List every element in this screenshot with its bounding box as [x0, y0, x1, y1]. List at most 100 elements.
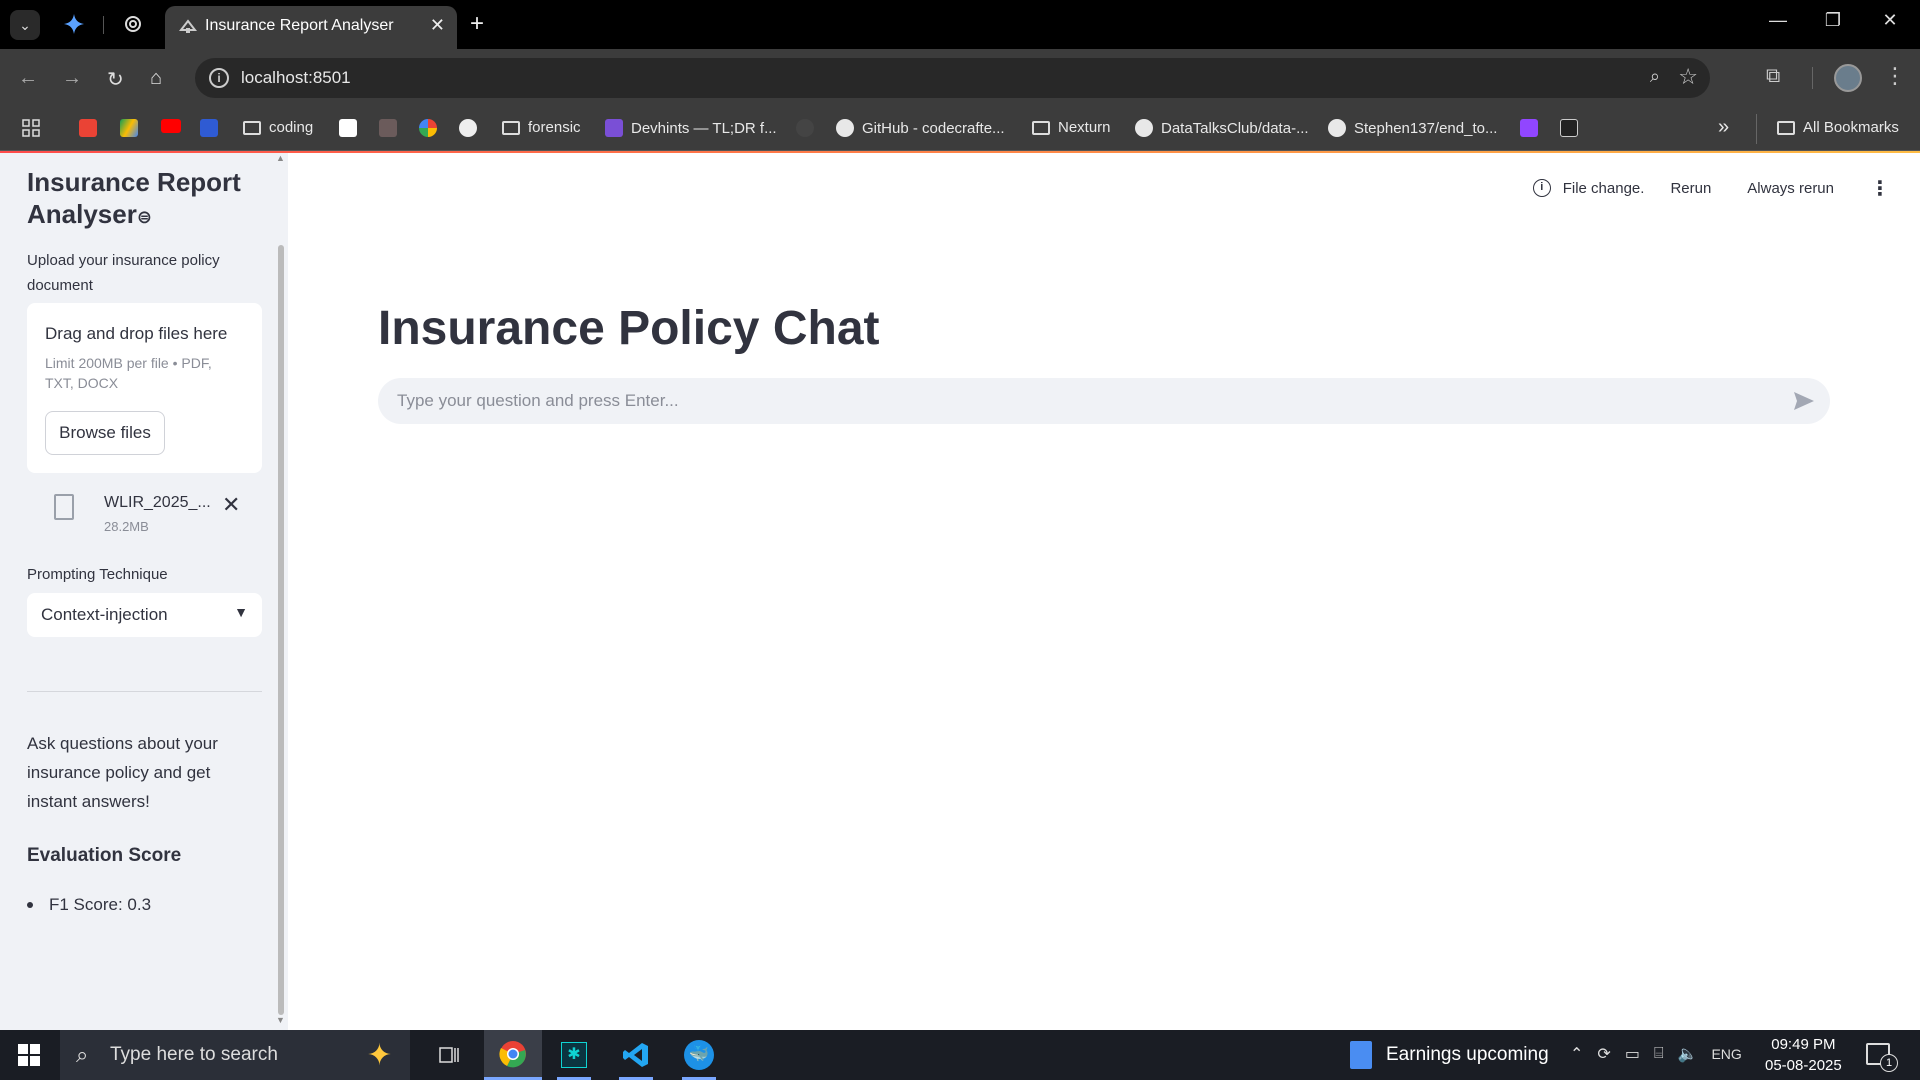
gmail-icon[interactable] [79, 119, 97, 137]
docker-taskbar-icon[interactable]: 🐳 [670, 1030, 728, 1080]
main-content: i File change. Rerun Always rerun ⋮ Insu… [288, 153, 1920, 1030]
new-tab-button[interactable]: + [470, 10, 484, 38]
volume-icon[interactable]: 🔈 [1678, 1044, 1698, 1064]
news-icon [1350, 1041, 1372, 1069]
blank-page-icon[interactable] [339, 119, 357, 137]
always-rerun-button[interactable]: Always rerun [1747, 180, 1834, 197]
tab-title: Insurance Report Analyser [205, 17, 394, 34]
select-value: Context-injection [41, 605, 168, 624]
bullet-icon [27, 902, 33, 908]
page-title: Insurance Policy Chat [378, 302, 880, 355]
bookmark-coding[interactable]: coding [243, 119, 313, 136]
bookmark-devhints[interactable]: Devhints — TL;DR f... [605, 119, 777, 137]
forward-icon[interactable]: → [62, 67, 82, 90]
chevron-down-icon: ▼ [234, 604, 248, 620]
browse-files-button[interactable]: Browse files [45, 411, 165, 455]
remove-file-icon[interactable]: ✕ [222, 492, 240, 518]
bookmark-forensic[interactable]: forensic [502, 119, 581, 136]
upload-label: Upload your insurance policy document [27, 252, 220, 294]
sidebar-scroll-down-icon[interactable]: ▼ [276, 1015, 285, 1025]
search-icon: ⌕ [76, 1042, 89, 1067]
bookmark-s-icon[interactable] [1560, 119, 1578, 137]
home-icon[interactable]: ⌂ [150, 67, 162, 90]
streamlit-favicon-icon [179, 19, 197, 33]
folder-icon [1032, 120, 1050, 135]
youtube-icon[interactable] [161, 119, 181, 133]
battery-icon[interactable]: ▭ [1625, 1044, 1640, 1064]
update-icon[interactable]: ⟳ [1597, 1044, 1610, 1064]
bookmark-datatalksclub[interactable]: DataTalksClub/data-... [1135, 119, 1309, 137]
site-info-icon[interactable]: i [209, 68, 229, 88]
bookmark-stephen137[interactable]: Stephen137/end_to... [1328, 119, 1497, 137]
file-dropzone[interactable]: Drag and drop files here Limit 200MB per… [27, 303, 262, 473]
chat-input[interactable] [397, 378, 1777, 424]
dropzone-limit: Limit 200MB per file • PDF, TXT, DOCX [45, 355, 212, 391]
tab-separator [103, 16, 104, 34]
file-size: 28.2MB [104, 519, 149, 534]
technique-label: Prompting Technique [27, 566, 168, 583]
bookmark-github-codecrafters[interactable]: GitHub - codecrafte... [836, 119, 1005, 137]
profile-avatar[interactable] [1834, 64, 1862, 92]
sidebar-scrollbar[interactable] [278, 245, 284, 1015]
tab-active[interactable]: Insurance Report Analyser ✕ [165, 6, 457, 49]
bookmarks-overflow-icon[interactable]: » [1718, 116, 1729, 139]
news-widget[interactable]: Earnings upcoming [1350, 1041, 1549, 1069]
document-icon [54, 494, 74, 520]
file-change-text: File change. [1562, 179, 1645, 197]
title-icon: ⊜ [136, 207, 152, 227]
openai-pinned-tab-icon[interactable] [121, 12, 145, 36]
system-tray: ⌃ ⟳ ▭ ⌸ 🔈 ENG [1570, 1044, 1742, 1064]
clock-date: 05-08-2025 [1765, 1057, 1842, 1074]
chevron-up-icon[interactable]: ⌃ [1570, 1044, 1583, 1064]
minimize-window-icon[interactable]: — [1758, 10, 1798, 31]
language-indicator[interactable]: ENG [1711, 1046, 1741, 1062]
tab-close-icon[interactable]: ✕ [430, 15, 445, 36]
search-placeholder: Type here to search [110, 1044, 278, 1065]
vscode-taskbar-icon[interactable] [607, 1030, 665, 1080]
github-icon [1135, 119, 1153, 137]
evaluation-item: F1 Score: 0.3 [27, 895, 151, 915]
address-bar[interactable]: i localhost:8501 ⌕ ☆ [195, 58, 1710, 98]
tab-search-dropdown[interactable]: ⌄ [10, 10, 40, 40]
extensions-icon[interactable]: ⧉ [1766, 65, 1780, 88]
google-icon[interactable] [419, 119, 437, 137]
zoom-icon[interactable]: ⌕ [1650, 66, 1660, 87]
gemini-pinned-tab-icon[interactable] [62, 12, 86, 36]
task-view-icon[interactable] [420, 1030, 478, 1080]
rerun-button[interactable]: Rerun [1670, 180, 1711, 197]
chatgpt-icon[interactable] [459, 119, 477, 137]
browser-menu-icon[interactable]: ⋮ [1884, 63, 1906, 89]
bookmark-nexturn[interactable]: Nexturn [1032, 119, 1111, 136]
google-drive-icon[interactable] [120, 119, 138, 137]
reload-icon[interactable]: ↻ [107, 67, 124, 92]
bookmark-site-icon[interactable] [379, 119, 397, 137]
folder-icon [502, 120, 520, 135]
info-icon: i [1532, 179, 1551, 197]
network-icon[interactable]: ⌸ [1654, 1045, 1664, 1063]
sidebar-divider [27, 691, 262, 692]
close-window-icon[interactable]: ✕ [1870, 10, 1910, 31]
app-taskbar-icon[interactable]: ✱ [545, 1030, 603, 1080]
app-status-bar: i File change. Rerun Always rerun ⋮ [1532, 173, 1920, 203]
windows-taskbar: ⌕ Type here to search ✦ ✱ 🐳 Earnings upc… [0, 1030, 1920, 1080]
back-icon[interactable]: ← [18, 67, 38, 90]
prompting-technique-select[interactable]: Context-injection ▼ [27, 593, 262, 637]
restore-window-icon[interactable]: ❐ [1813, 10, 1853, 31]
chrome-taskbar-icon[interactable] [484, 1030, 542, 1080]
clock-time: 09:49 PM [1771, 1036, 1836, 1053]
app-menu-icon[interactable]: ⋮ [1870, 176, 1890, 201]
send-icon[interactable] [1792, 389, 1816, 413]
clock[interactable]: 09:49 PM 05-08-2025 [1765, 1034, 1842, 1076]
taskbar-search[interactable]: ⌕ Type here to search ✦ [60, 1030, 410, 1080]
twitch-icon[interactable] [1520, 119, 1538, 137]
power-automate-icon[interactable] [200, 119, 218, 137]
dropzone-title: Drag and drop files here [45, 324, 228, 343]
url-text[interactable]: localhost:8501 [241, 68, 351, 88]
windows-start-icon[interactable] [18, 1044, 40, 1066]
all-bookmarks[interactable]: All Bookmarks [1777, 119, 1899, 136]
about-text: Ask questions about your insurance polic… [27, 734, 218, 811]
sidebar-scroll-up-icon[interactable]: ▲ [276, 153, 285, 163]
bookmark-star-icon[interactable]: ☆ [1678, 64, 1698, 90]
bookmark-site-icon[interactable] [796, 119, 814, 137]
apps-grid-icon[interactable] [22, 119, 40, 137]
